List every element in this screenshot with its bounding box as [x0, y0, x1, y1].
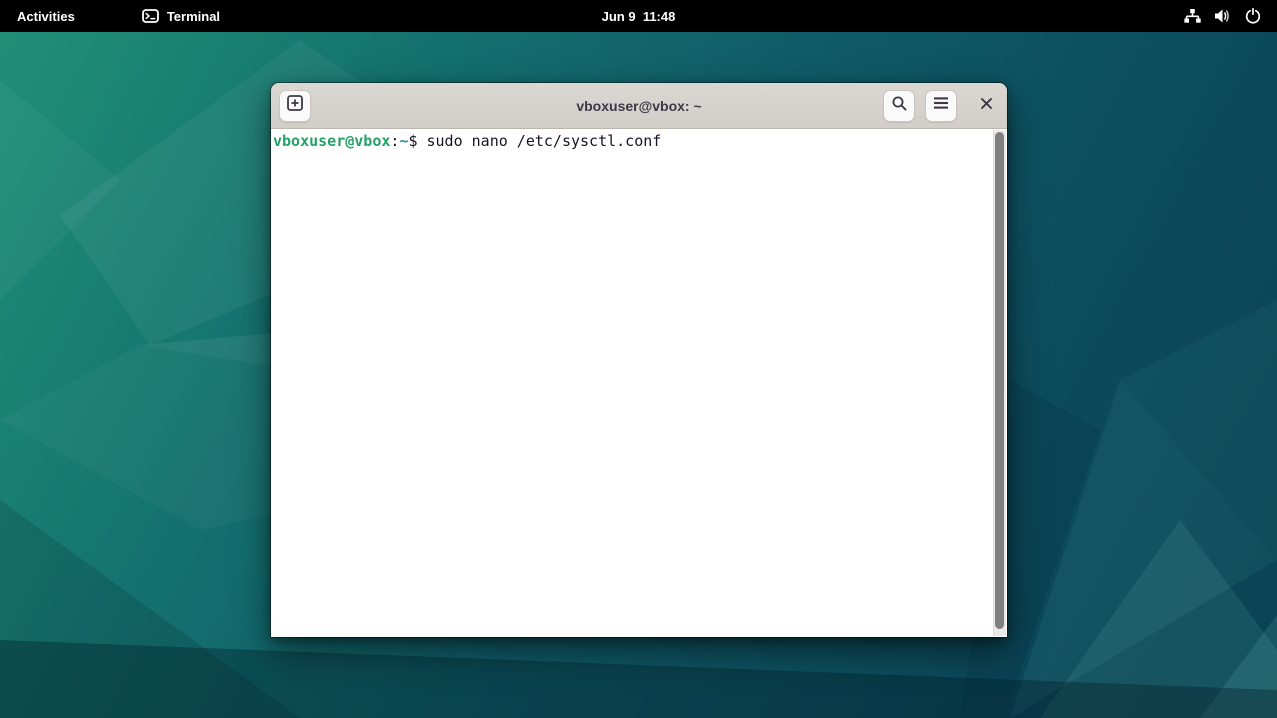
search-button[interactable] [883, 90, 915, 122]
activities-button[interactable]: Activities [0, 0, 92, 32]
scrollbar-track[interactable] [993, 130, 1006, 636]
terminal-prompt-line: vboxuser@vbox:~$sudo nano /etc/sysctl.co… [271, 129, 1007, 151]
app-menu-terminal[interactable]: Terminal [128, 0, 234, 32]
window-title: vboxuser@vbox: ~ [576, 98, 701, 114]
hamburger-menu-icon [933, 96, 949, 115]
scrollbar-thumb[interactable] [995, 132, 1004, 629]
prompt-symbol: $ [408, 132, 417, 150]
prompt-user-host: vboxuser@vbox [273, 132, 390, 150]
search-icon [891, 95, 908, 117]
clock[interactable]: Jun 9 11:48 [590, 0, 688, 32]
top-bar: Activities Terminal Jun 9 11:48 [0, 0, 1277, 32]
terminal-titlebar[interactable]: vboxuser@vbox: ~ [271, 83, 1007, 129]
new-tab-icon [286, 94, 304, 117]
system-status-area[interactable] [1168, 0, 1277, 32]
terminal-screen[interactable]: vboxuser@vbox:~$sudo nano /etc/sysctl.co… [271, 129, 1007, 637]
terminal-app-icon [142, 9, 159, 23]
menu-button[interactable] [925, 90, 957, 122]
app-menu-label: Terminal [167, 9, 220, 24]
network-wired-icon [1184, 8, 1201, 24]
power-icon [1245, 8, 1261, 24]
volume-icon [1214, 8, 1232, 24]
close-button[interactable] [973, 93, 999, 119]
close-icon [980, 97, 993, 115]
terminal-window: vboxuser@vbox: ~ [271, 83, 1007, 637]
typed-command: sudo nano /etc/sysctl.conf [418, 132, 662, 150]
new-tab-button[interactable] [279, 90, 311, 122]
